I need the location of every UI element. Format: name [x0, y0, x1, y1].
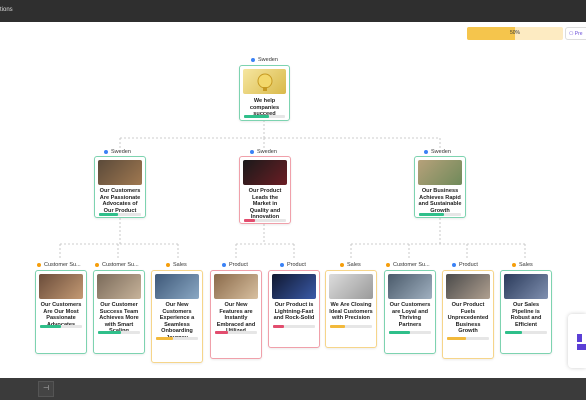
overall-progress-bar: 50%	[467, 27, 563, 40]
bottom-bar: ⊣	[0, 378, 586, 400]
goal-card[interactable]: Our Business Achieves Rapid and Sustaina…	[414, 156, 466, 218]
goal-card[interactable]: Our Customers Are Passionate Advocates o…	[94, 156, 146, 218]
tree-canvas[interactable]: Sweden We help companies succeed Sweden …	[0, 22, 586, 378]
team-dot-icon	[95, 262, 99, 267]
initiative-card[interactable]: Our New Customers Experience a Seamless …	[151, 270, 203, 363]
team-dot-icon	[222, 262, 226, 267]
people-photo	[98, 160, 142, 185]
level3-tag: Product	[222, 262, 248, 268]
card-title: Our Business Achieves Rapid and Sustaina…	[418, 188, 462, 214]
people-photo	[155, 274, 199, 299]
initiative-card[interactable]: Our Product Fuels Unprecedented Business…	[442, 270, 494, 359]
progress-bar	[330, 325, 372, 328]
goal-card[interactable]: Our Product Leads the Market in Quality …	[239, 156, 291, 224]
progress-bar	[40, 325, 82, 328]
level2-tag: Sweden	[104, 149, 131, 155]
product-photo	[243, 160, 287, 185]
progress-bar	[447, 337, 489, 340]
team-dot-icon	[340, 262, 344, 267]
team-dot-icon	[280, 262, 284, 267]
progress-bar	[99, 213, 141, 216]
level3-tag: Sales	[166, 262, 187, 268]
initiative-card[interactable]: Our Customers are Loyal and Thriving Par…	[384, 270, 436, 354]
team-dot-icon	[512, 262, 516, 267]
trophy-icon	[257, 73, 273, 91]
team-dot-icon	[166, 262, 170, 267]
progress-label: 50%	[509, 30, 520, 36]
logo-icon	[577, 334, 582, 342]
level3-tag: Customer Su...	[37, 262, 81, 268]
people-photo	[388, 274, 432, 299]
level3-tag: Sales	[340, 262, 361, 268]
level2-tag: Sweden	[250, 149, 277, 155]
speed-photo	[272, 274, 316, 299]
card-title: We Are Closing Ideal Customers with Prec…	[329, 302, 373, 322]
level3-tag: Customer Su...	[386, 262, 430, 268]
progress-bar	[244, 115, 285, 118]
initiative-card[interactable]: Our New Features are Instantly Embraced …	[210, 270, 262, 359]
people-photo	[214, 274, 258, 299]
progress-bar	[419, 213, 461, 216]
people-photo	[446, 274, 490, 299]
logo-icon	[577, 344, 586, 350]
card-title: Our Sales Pipeline is Robust and Efficie…	[510, 302, 542, 328]
progress-bar	[273, 325, 315, 328]
card-title: Our Customers Are Passionate Advocates o…	[99, 188, 141, 214]
level3-tag: Customer Su...	[95, 262, 139, 268]
initiative-card[interactable]: Our Customers Are Our Most Passionate Ad…	[35, 270, 87, 354]
preview-button[interactable]: ⎔ Pre	[565, 27, 586, 40]
region-dot-icon	[251, 57, 255, 62]
initiative-card[interactable]: We Are Closing Ideal Customers with Prec…	[325, 270, 377, 348]
money-photo	[418, 160, 462, 185]
card-title: Our Product Leads the Market in Quality …	[248, 188, 282, 221]
root-card[interactable]: We help companies succeed	[239, 65, 290, 121]
runners-photo	[329, 274, 373, 299]
initiative-card[interactable]: Our Sales Pipeline is Robust and Efficie…	[500, 270, 552, 354]
region-dot-icon	[250, 149, 254, 154]
people-photo	[97, 274, 141, 299]
side-widget[interactable]	[568, 314, 586, 368]
collapse-panel-icon[interactable]: ⊣	[38, 381, 54, 397]
people-photo	[504, 274, 548, 299]
card-title: Our Product Fuels Unprecedented Business…	[447, 302, 489, 335]
top-bar: tions	[0, 0, 586, 22]
level3-tag: Product	[452, 262, 478, 268]
progress-bar	[215, 331, 257, 334]
team-dot-icon	[386, 262, 390, 267]
team-dot-icon	[452, 262, 456, 267]
progress-bar	[389, 331, 431, 334]
region-dot-icon	[424, 149, 428, 154]
progress-bar	[244, 219, 286, 222]
level3-tag: Sales	[512, 262, 533, 268]
card-title: Our Product is Lightning-Fast and Rock-S…	[273, 302, 315, 322]
card-title: Our New Customers Experience a Seamless …	[159, 302, 195, 341]
level3-tag: Product	[280, 262, 306, 268]
root-tag: Sweden	[251, 57, 278, 63]
card-title: Our Customers are Loyal and Thriving Par…	[389, 302, 431, 328]
window-title: tions	[0, 7, 13, 13]
progress-bar	[98, 331, 140, 334]
progress-bar	[505, 331, 547, 334]
region-dot-icon	[104, 149, 108, 154]
team-dot-icon	[37, 262, 41, 267]
trophy-image	[243, 69, 286, 94]
people-photo	[39, 274, 83, 299]
level2-tag: Sweden	[424, 149, 451, 155]
progress-bar	[156, 337, 198, 340]
initiative-card[interactable]: Our Product is Lightning-Fast and Rock-S…	[268, 270, 320, 348]
initiative-card[interactable]: Our Customer Success Team Achieves More …	[93, 270, 145, 354]
